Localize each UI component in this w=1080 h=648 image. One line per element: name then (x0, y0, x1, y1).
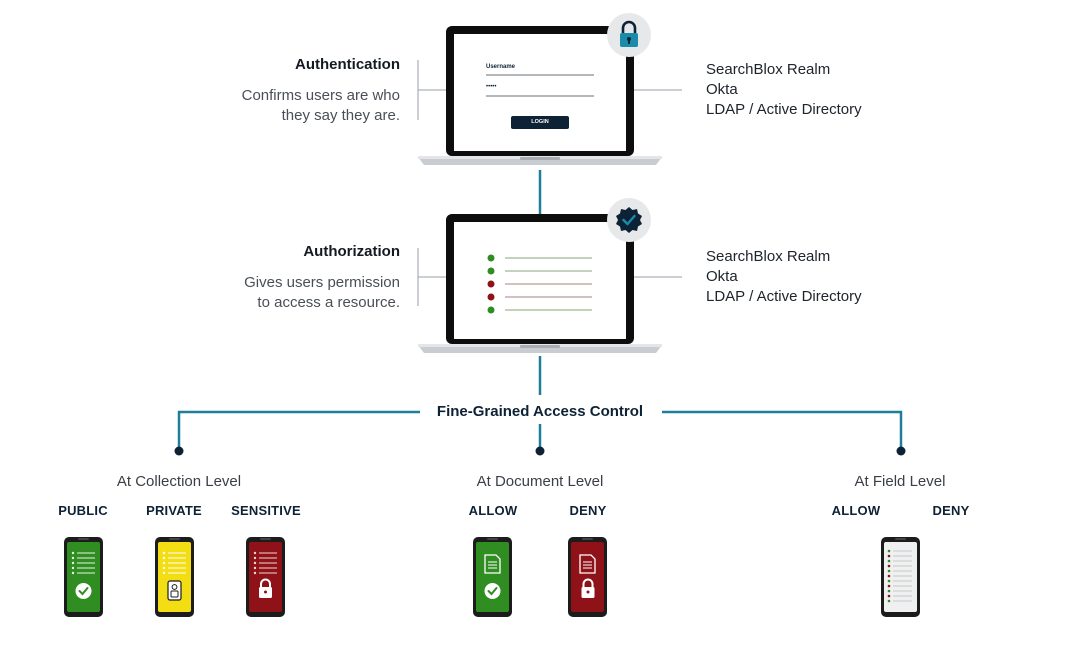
label-private: PRIVATE (146, 503, 202, 518)
authentication-description-line-2: they say they are. (281, 107, 400, 124)
authorization-description-line-2: to access a resource. (257, 294, 400, 311)
phone-public (64, 537, 103, 617)
authorization-title: Authorization (303, 243, 400, 260)
authentication-description: Confirms users are who they say they are… (180, 86, 400, 126)
permission-dot-deny (487, 293, 495, 301)
verified-badge-icon (607, 198, 651, 242)
label-document-allow: ALLOW (468, 503, 518, 518)
permission-dot-deny (487, 280, 495, 288)
phone-document-deny (568, 537, 607, 617)
laptop-screen (454, 34, 626, 151)
node-dot-field (896, 446, 906, 456)
provider-searchblox-realm: SearchBlox Realm (706, 61, 831, 78)
fgac-title-wrap: Fine-Grained Access Control (410, 403, 670, 421)
provider-okta: Okta (706, 268, 738, 285)
authorization-providers: SearchBlox Realm Okta LDAP / Active Dire… (706, 247, 1006, 307)
label-field-deny: DENY (932, 503, 970, 518)
phone-sensitive (246, 537, 285, 617)
login-button[interactable]: LOGIN (511, 119, 569, 125)
authorization-description: Gives users permission to access a resou… (180, 273, 400, 313)
provider-ldap: LDAP / Active Directory (706, 101, 862, 118)
authentication-title: Authentication (295, 56, 400, 73)
phone-field-level (881, 537, 920, 617)
label-field-allow: ALLOW (831, 503, 881, 518)
authz-left-bracket (417, 248, 448, 306)
username-label: Username (486, 64, 516, 70)
permission-dot-allow (487, 267, 495, 275)
permission-dot-allow (487, 254, 495, 262)
label-sensitive: SENSITIVE (231, 503, 301, 518)
laptop-screen (454, 222, 626, 339)
permission-dot-allow (487, 306, 495, 314)
collection-level-title: At Collection Level (116, 473, 242, 490)
authorization-description-line-1: Gives users permission (244, 274, 400, 291)
phone-private (155, 537, 194, 617)
fgac-title: Fine-Grained Access Control (428, 403, 652, 420)
label-document-deny: DENY (569, 503, 607, 518)
node-dot-document (535, 446, 545, 456)
document-level-title: At Document Level (476, 473, 604, 490)
label-public: PUBLIC (58, 503, 108, 518)
provider-ldap: LDAP / Active Directory (706, 288, 862, 305)
authentication-description-line-1: Confirms users are who (241, 87, 400, 104)
authentication-providers: SearchBlox Realm Okta LDAP / Active Dire… (706, 60, 1006, 120)
lock-icon (607, 13, 651, 57)
provider-searchblox-realm: SearchBlox Realm (706, 248, 831, 265)
provider-okta: Okta (706, 81, 738, 98)
node-dot-collection (174, 446, 184, 456)
field-level-title: At Field Level (854, 473, 946, 490)
auth-left-bracket (417, 60, 448, 120)
password-mask: ••••• (486, 84, 497, 90)
phone-document-allow (473, 537, 512, 617)
